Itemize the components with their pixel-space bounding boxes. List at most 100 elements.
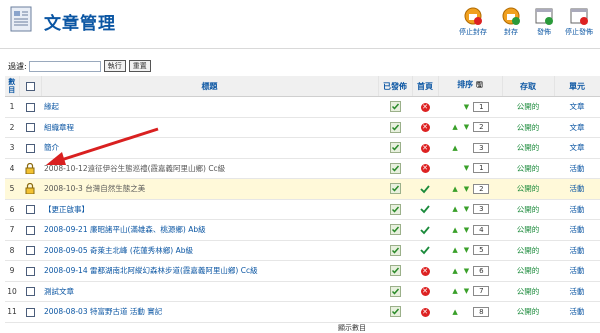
published-check-icon[interactable] — [389, 142, 401, 154]
move-down-icon[interactable]: ▼ — [462, 185, 471, 193]
col-frontpage[interactable]: 首頁 — [412, 76, 439, 97]
access-link[interactable]: 公開的 — [517, 225, 540, 234]
frontpage-x-icon[interactable]: ✕ — [420, 143, 430, 153]
row-checkbox[interactable] — [25, 287, 35, 296]
frontpage-check-icon[interactable] — [420, 225, 430, 235]
access-link[interactable]: 公開的 — [517, 266, 540, 275]
save-order-icon[interactable]: 🖫 — [476, 80, 483, 89]
published-check-icon[interactable] — [389, 265, 401, 277]
move-down-icon[interactable]: ▼ — [462, 246, 471, 254]
access-link[interactable]: 公開的 — [517, 143, 540, 152]
move-down-icon[interactable]: ▼ — [462, 267, 471, 275]
col-published[interactable]: 已發佈 — [378, 76, 413, 97]
section-link[interactable]: 文章 — [570, 123, 585, 132]
frontpage-x-icon[interactable]: ✕ — [420, 123, 430, 132]
section-link[interactable]: 活動 — [570, 184, 585, 193]
access-link[interactable]: 公開的 — [517, 184, 540, 193]
move-up-icon[interactable]: ▲ — [451, 308, 460, 316]
row-checkbox[interactable] — [25, 123, 35, 132]
move-down-icon[interactable]: ▼ — [462, 287, 471, 295]
published-check-icon[interactable] — [389, 183, 401, 195]
frontpage-check-icon[interactable] — [420, 184, 430, 194]
move-up-icon[interactable]: ▲ — [451, 144, 460, 152]
order-input[interactable]: 2 — [473, 122, 490, 133]
col-num[interactable]: 數目 — [5, 76, 20, 97]
move-down-icon[interactable]: ▼ — [462, 123, 471, 131]
frontpage-check-icon[interactable] — [420, 245, 430, 255]
row-checkbox[interactable] — [25, 266, 35, 276]
section-link[interactable]: 文章 — [570, 143, 585, 152]
order-input[interactable]: 6 — [473, 265, 490, 276]
published-check-icon[interactable] — [389, 203, 401, 215]
col-access[interactable]: 存取 — [502, 76, 555, 97]
move-up-icon[interactable]: ▲ — [451, 287, 460, 295]
access-link[interactable]: 公開的 — [517, 205, 540, 214]
published-check-icon[interactable] — [389, 101, 401, 113]
frontpage-check-icon[interactable] — [420, 204, 430, 214]
move-down-icon[interactable]: ▼ — [462, 226, 471, 234]
col-order[interactable]: 排序 🖫 — [438, 76, 503, 97]
access-link[interactable]: 公開的 — [517, 123, 540, 132]
article-title[interactable]: 2008-09-14 雷都湖南北阿縱幻森林步道(霞嘉義阿里山鄉) Cc級 — [44, 266, 258, 275]
access-link[interactable]: 公開的 — [517, 307, 540, 316]
move-up-icon[interactable]: ▲ — [451, 205, 460, 213]
order-input[interactable]: 3 — [473, 204, 490, 215]
section-link[interactable]: 文章 — [570, 102, 585, 111]
filter-input[interactable] — [28, 60, 101, 72]
col-section[interactable]: 單元 — [554, 76, 600, 97]
move-up-icon[interactable]: ▲ — [451, 185, 460, 193]
order-input[interactable]: 2 — [473, 183, 490, 194]
order-input[interactable]: 8 — [473, 306, 490, 317]
move-up-icon[interactable]: ▲ — [451, 246, 460, 254]
section-link[interactable]: 活動 — [570, 287, 585, 296]
order-input[interactable]: 4 — [473, 224, 490, 235]
move-up-icon[interactable]: ▲ — [451, 123, 460, 131]
order-input[interactable]: 1 — [473, 163, 490, 174]
access-link[interactable]: 公開的 — [517, 246, 540, 255]
section-link[interactable]: 活動 — [570, 266, 585, 275]
row-checkbox[interactable] — [25, 307, 35, 317]
order-input[interactable]: 3 — [473, 142, 490, 153]
row-checkbox[interactable] — [25, 143, 35, 153]
row-checkbox[interactable] — [25, 225, 35, 235]
article-title[interactable]: 2008-08-03 特富野古道 活動 實記 — [44, 307, 162, 316]
move-down-icon[interactable]: ▼ — [462, 103, 471, 111]
section-link[interactable]: 活動 — [570, 225, 585, 234]
order-input[interactable]: 5 — [473, 245, 490, 256]
frontpage-x-icon[interactable]: ✕ — [420, 307, 430, 317]
section-link[interactable]: 活動 — [570, 205, 585, 214]
row-checkbox[interactable] — [25, 205, 35, 214]
publish-button[interactable]: 發佈 — [527, 6, 561, 37]
select-all-checkbox[interactable] — [25, 81, 35, 91]
col-title[interactable]: 標題 — [41, 76, 379, 97]
section-link[interactable]: 活動 — [570, 307, 585, 316]
published-check-icon[interactable] — [389, 306, 401, 318]
order-input[interactable]: 1 — [473, 101, 490, 112]
access-link[interactable]: 公開的 — [517, 102, 540, 111]
frontpage-x-icon[interactable]: ✕ — [420, 102, 430, 112]
move-up-icon[interactable]: ▲ — [451, 226, 460, 234]
order-input[interactable]: 7 — [473, 286, 490, 297]
frontpage-x-icon[interactable]: ✕ — [420, 287, 430, 296]
filter-go-button[interactable]: 執行 — [103, 60, 126, 72]
section-link[interactable]: 活動 — [570, 164, 585, 173]
published-check-icon[interactable] — [389, 121, 401, 133]
move-up-icon[interactable]: ▲ — [451, 267, 460, 275]
article-title[interactable]: 2008-09-05 奇萊主北峰 (花蓮秀林鄉) Ab級 — [44, 246, 193, 255]
access-link[interactable]: 公開的 — [517, 164, 540, 173]
article-title[interactable]: 測試文章 — [44, 287, 74, 296]
unpublish-button[interactable]: 停止發佈 — [562, 6, 596, 37]
filter-reset-button[interactable]: 重置 — [128, 60, 151, 72]
published-check-icon[interactable] — [389, 162, 401, 174]
article-title[interactable]: 2008-09-21 廉昭諸平山(滿雄森、桃源鄉) Ab級 — [44, 225, 206, 234]
published-check-icon[interactable] — [389, 244, 401, 256]
move-down-icon[interactable]: ▼ — [462, 205, 471, 213]
published-check-icon[interactable] — [389, 224, 401, 236]
unarchive-button[interactable]: 停止封存 — [456, 6, 490, 37]
frontpage-x-icon[interactable]: ✕ — [420, 266, 430, 276]
article-title[interactable]: 緣起 — [44, 102, 59, 111]
row-checkbox[interactable] — [25, 246, 35, 255]
article-title[interactable]: 【更正啟事】 — [44, 205, 89, 214]
section-link[interactable]: 活動 — [570, 246, 585, 255]
access-link[interactable]: 公開的 — [517, 287, 540, 296]
